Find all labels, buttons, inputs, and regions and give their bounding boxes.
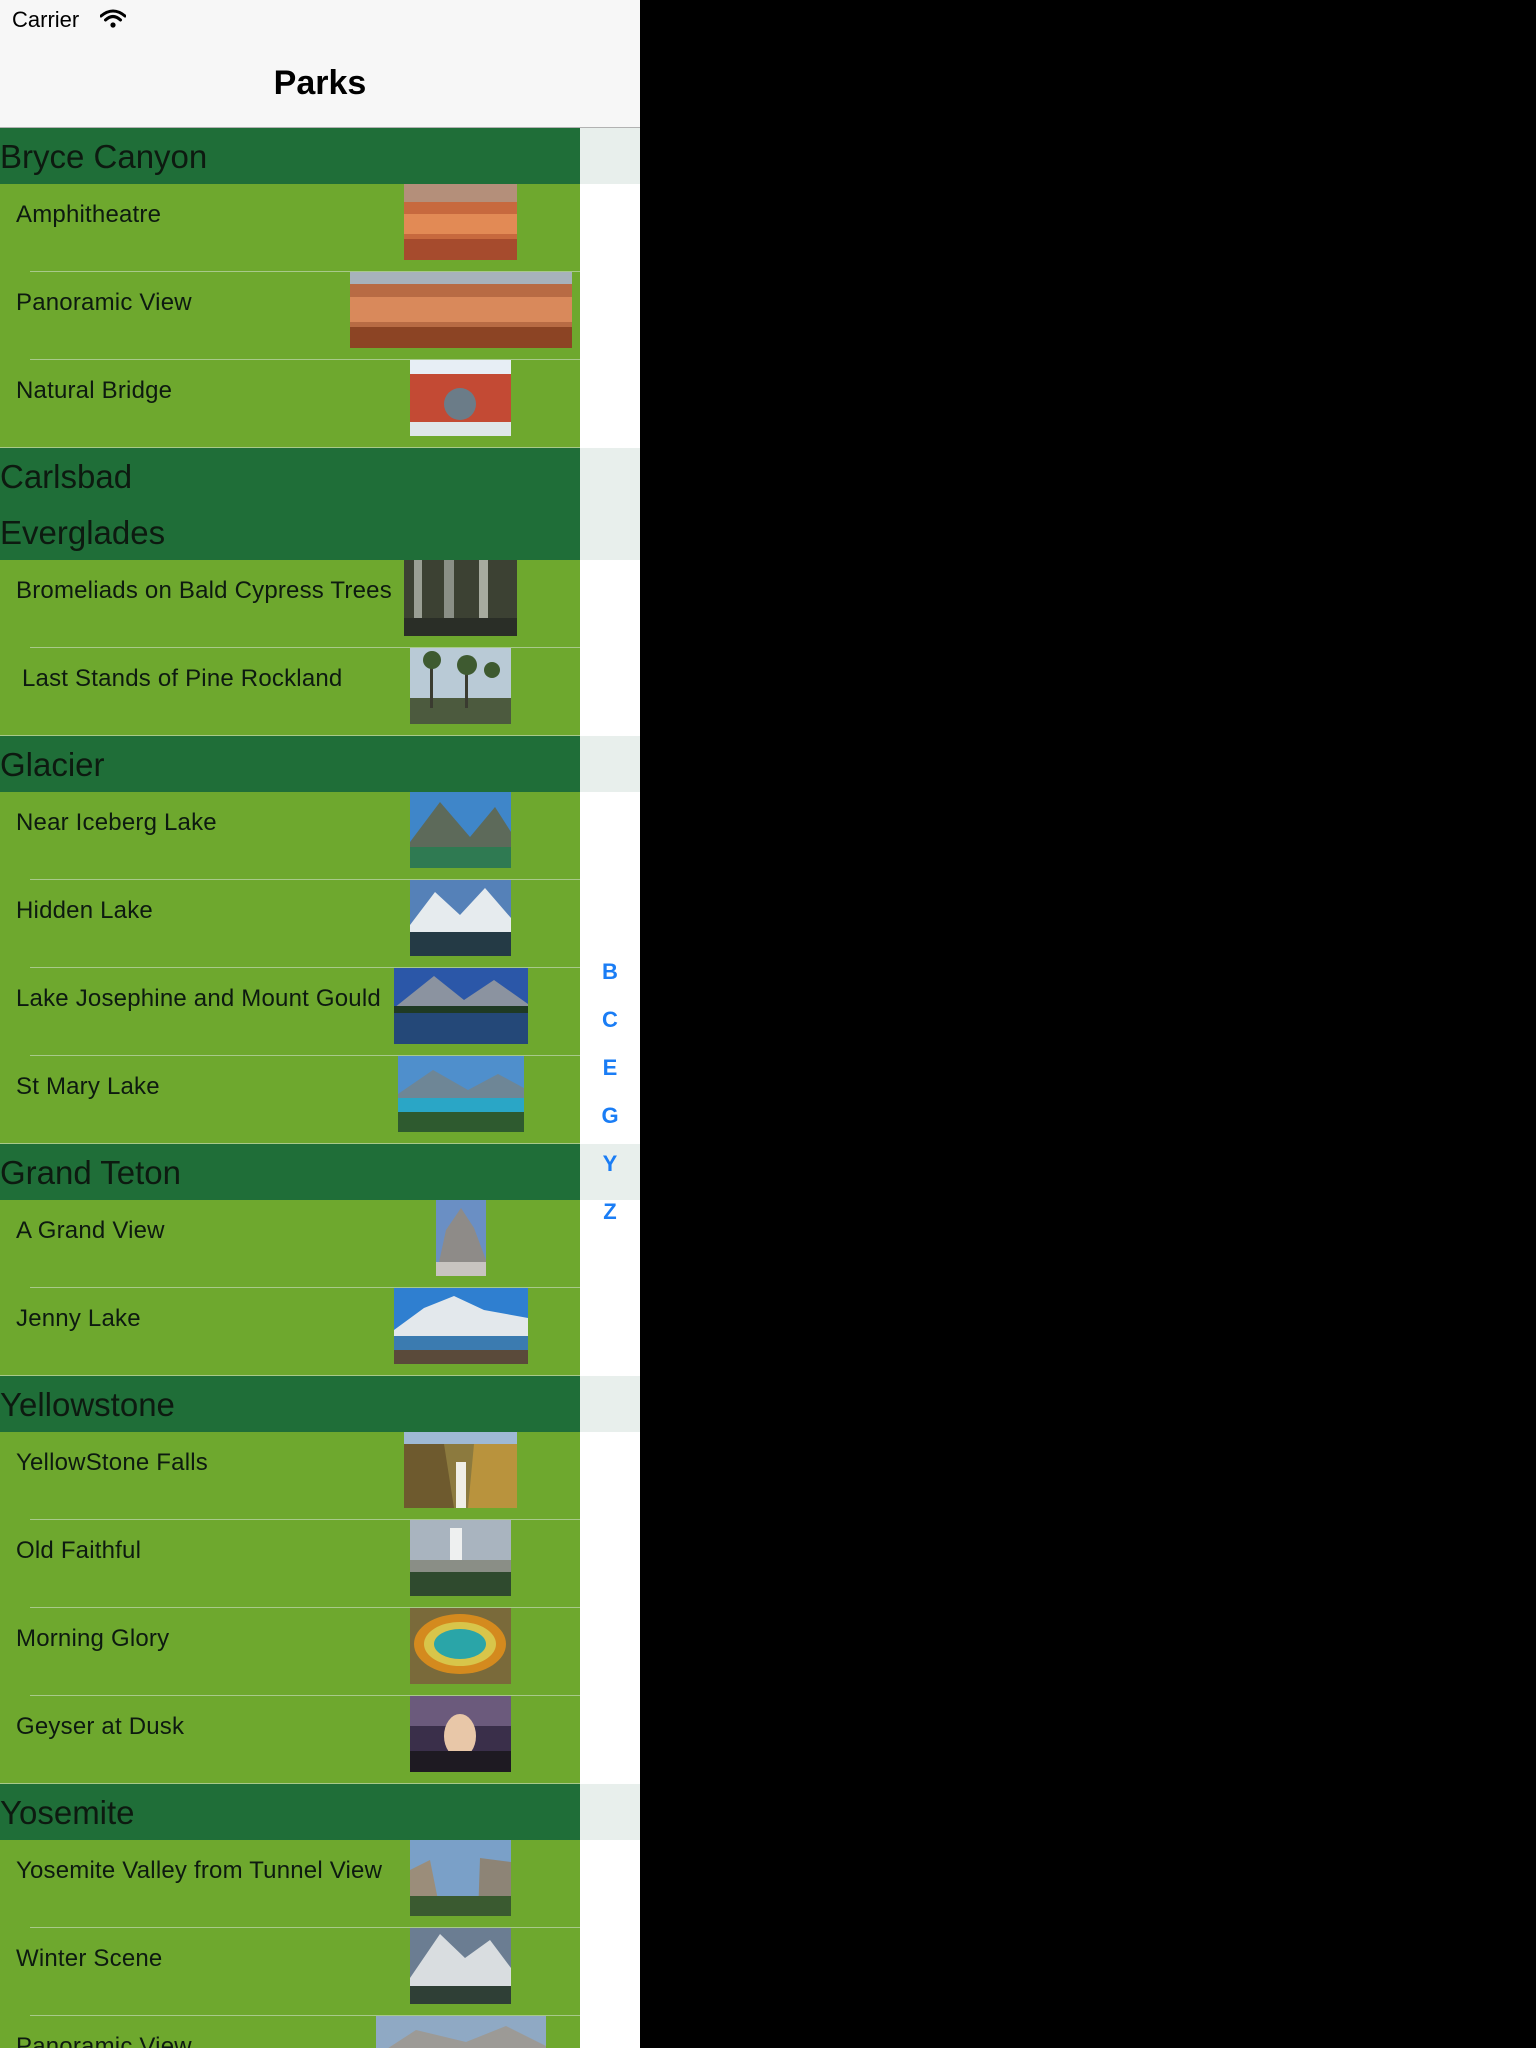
row-label: Panoramic View xyxy=(16,289,192,316)
section-tab-bg xyxy=(580,128,640,184)
photo-thumbnail xyxy=(436,1200,486,1276)
index-letter[interactable]: Z xyxy=(580,1188,640,1236)
photo-thumbnail xyxy=(394,1288,528,1364)
section-header: Everglades xyxy=(0,504,580,560)
table-row[interactable]: Panoramic View xyxy=(0,2016,580,2048)
carrier-label: Carrier xyxy=(12,7,80,32)
index-letter[interactable]: E xyxy=(580,1044,640,1092)
photo-thumbnail xyxy=(410,880,511,956)
row-label: YellowStone Falls xyxy=(16,1449,208,1476)
table-row[interactable]: YellowStone Falls xyxy=(0,1432,580,1520)
table-row[interactable]: Winter Scene xyxy=(0,1928,580,2016)
section-title: Yosemite xyxy=(0,1794,135,1831)
table-row[interactable]: St Mary Lake xyxy=(0,1056,580,1144)
index-letter[interactable]: Y xyxy=(580,1140,640,1188)
section-tab-bg xyxy=(580,736,640,792)
section-title: Bryce Canyon xyxy=(0,138,208,175)
section-header: Grand Teton xyxy=(0,1144,580,1200)
section-tab-bg xyxy=(580,1376,640,1432)
photo-thumbnail xyxy=(394,968,528,1044)
photo-thumbnail xyxy=(350,272,572,348)
table-row[interactable]: Amphitheatre xyxy=(0,184,580,272)
row-label: A Grand View xyxy=(16,1217,165,1244)
row-label: Hidden Lake xyxy=(16,897,153,924)
table-row[interactable]: Lake Josephine and Mount Gould xyxy=(0,968,580,1056)
photo-thumbnail xyxy=(410,1928,511,2004)
section-title: Carlsbad xyxy=(0,458,133,495)
photo-thumbnail xyxy=(410,1608,511,1684)
section-title: Grand Teton xyxy=(0,1154,182,1191)
row-label: Morning Glory xyxy=(16,1625,170,1652)
row-label: Near Iceberg Lake xyxy=(16,809,217,836)
table-row[interactable]: Yosemite Valley from Tunnel View xyxy=(0,1840,580,1928)
table-row[interactable]: Morning Glory xyxy=(0,1608,580,1696)
photo-thumbnail xyxy=(376,2016,546,2048)
index-letter[interactable]: G xyxy=(580,1092,640,1140)
row-label: Amphitheatre xyxy=(16,201,162,228)
photo-thumbnail xyxy=(410,648,511,724)
row-label: St Mary Lake xyxy=(16,1073,160,1100)
table-row[interactable]: Geyser at Dusk xyxy=(0,1696,580,1784)
section-header: Glacier xyxy=(0,736,580,792)
photo-thumbnail xyxy=(404,1432,517,1508)
section-title: Everglades xyxy=(0,514,166,551)
page-title: Parks xyxy=(273,64,367,102)
row-label: Natural Bridge xyxy=(16,377,173,404)
photo-thumbnail xyxy=(410,1520,511,1596)
photo-thumbnail xyxy=(410,360,511,436)
photo-thumbnail xyxy=(410,1840,511,1916)
row-label: Yosemite Valley from Tunnel View xyxy=(16,1857,383,1884)
row-label: Panoramic View xyxy=(16,2033,192,2048)
section-tab-bg xyxy=(580,448,640,560)
section-index[interactable]: B C E G Y Z xyxy=(580,948,640,1236)
section-title: Yellowstone xyxy=(0,1386,175,1423)
index-letter[interactable]: B xyxy=(580,948,640,996)
photo-thumbnail xyxy=(404,184,517,260)
table-row[interactable]: Bromeliads on Bald Cypress Trees xyxy=(0,560,580,648)
row-label: Geyser at Dusk xyxy=(16,1713,185,1740)
app-screen: Carrier Parks Bryce Canyon Amphitheatre … xyxy=(0,0,640,2048)
wifi-icon xyxy=(100,9,126,28)
navigation-bar: Parks xyxy=(0,40,640,128)
table-row[interactable]: Hidden Lake xyxy=(0,880,580,968)
row-label: Lake Josephine and Mount Gould xyxy=(16,985,381,1012)
photo-thumbnail xyxy=(404,560,517,636)
row-label: Jenny Lake xyxy=(16,1305,141,1332)
section-title: Glacier xyxy=(0,746,105,783)
section-header: Yosemite xyxy=(0,1784,580,1840)
index-letter[interactable]: C xyxy=(580,996,640,1044)
table-row[interactable]: Old Faithful xyxy=(0,1520,580,1608)
section-header: Yellowstone xyxy=(0,1376,580,1432)
section-header: Bryce Canyon xyxy=(0,128,580,184)
section-header: Carlsbad xyxy=(0,448,580,504)
row-label: Last Stands of Pine Rockland xyxy=(22,665,343,692)
parks-table[interactable]: Bryce Canyon Amphitheatre Panoramic View… xyxy=(0,128,580,2048)
row-label: Old Faithful xyxy=(16,1537,142,1564)
table-row[interactable]: Natural Bridge xyxy=(0,360,580,448)
table-row[interactable]: Near Iceberg Lake xyxy=(0,792,580,880)
photo-thumbnail xyxy=(410,792,511,868)
table-row[interactable]: Panoramic View xyxy=(0,272,580,360)
row-label: Bromeliads on Bald Cypress Trees xyxy=(16,577,392,604)
photo-thumbnail xyxy=(398,1056,524,1132)
photo-thumbnail xyxy=(410,1696,511,1772)
status-bar: Carrier xyxy=(0,0,640,40)
table-row[interactable]: Last Stands of Pine Rockland xyxy=(0,648,580,736)
table-row[interactable]: A Grand View xyxy=(0,1200,580,1288)
row-label: Winter Scene xyxy=(16,1945,163,1972)
table-row[interactable]: Jenny Lake xyxy=(0,1288,580,1376)
section-tab-bg xyxy=(580,1784,640,1840)
